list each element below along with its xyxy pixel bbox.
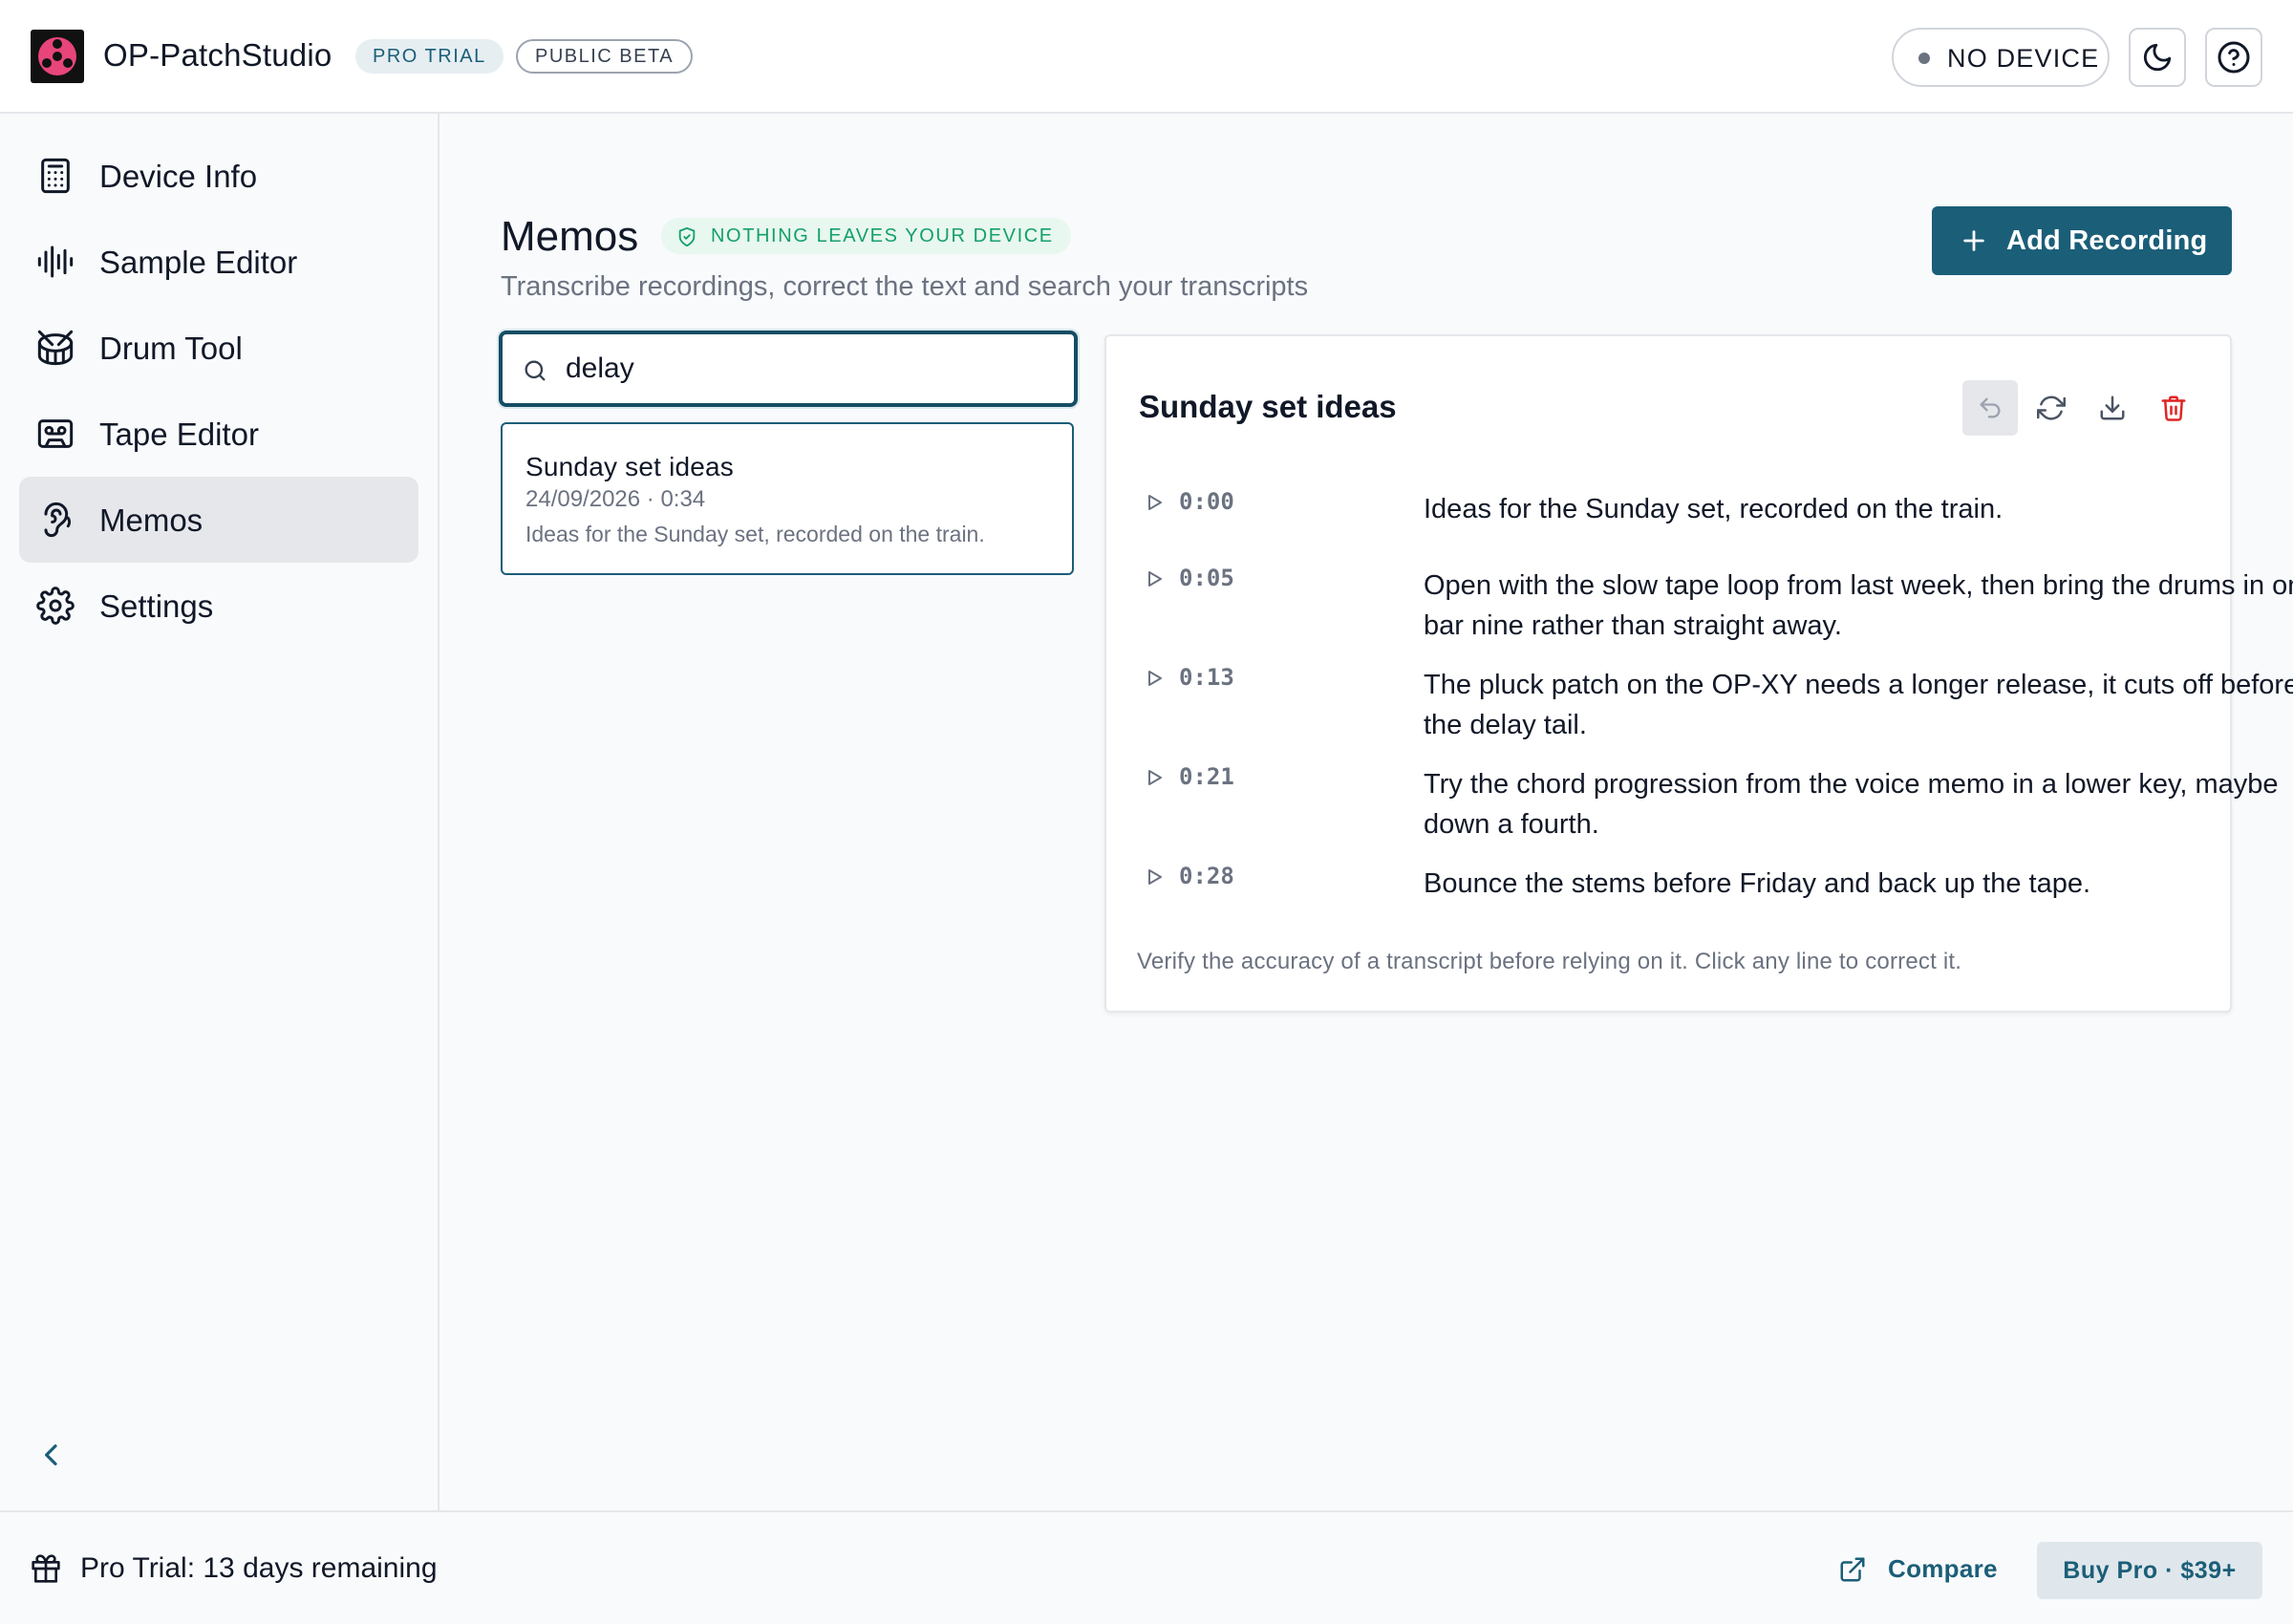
privacy-badge: NOTHING LEAVES YOUR DEVICE <box>661 218 1071 254</box>
chevron-left-icon[interactable] <box>36 1440 67 1470</box>
search-input[interactable] <box>566 348 1043 390</box>
pro-trial-badge: PRO TRIAL <box>355 39 504 74</box>
download-button[interactable] <box>2085 380 2140 436</box>
sidebar-item-settings[interactable]: Settings <box>19 563 418 649</box>
sidebar-item-device-info[interactable]: Device Info <box>19 133 418 219</box>
device-status-label: NO DEVICE <box>1947 44 2100 73</box>
buy-pro-button[interactable]: Buy Pro · $39+ <box>2037 1542 2262 1599</box>
sidebar-item-sample-editor[interactable]: Sample Editor <box>19 219 418 305</box>
segment-text[interactable]: Open with the slow tape loop from last w… <box>1424 566 2293 646</box>
segment-text[interactable]: Bounce the stems before Friday and back … <box>1424 864 2293 904</box>
moon-icon <box>2143 43 2172 72</box>
trial-footer: Pro Trial: 13 days remaining Compare Buy… <box>0 1510 2293 1624</box>
public-beta-badge: PUBLIC BETA <box>516 39 694 74</box>
refresh-icon <box>2037 395 2066 420</box>
trial-remaining-text: Pro Trial: 13 days remaining <box>80 1552 438 1584</box>
sidebar: Device Info Sample Editor Drum Tool Tape… <box>0 114 439 1510</box>
add-recording-button[interactable]: Add Recording <box>1932 206 2232 275</box>
search-icon <box>525 360 546 381</box>
app-logo[interactable] <box>31 30 84 83</box>
add-recording-label: Add Recording <box>2006 225 2208 256</box>
waveform-icon <box>37 246 74 278</box>
calculator-icon <box>41 158 70 194</box>
shield-check-icon <box>678 226 696 247</box>
memo-title: Sunday set ideas <box>525 452 735 481</box>
theme-toggle-button[interactable] <box>2129 28 2186 87</box>
segment-text[interactable]: Try the chord progression from the voice… <box>1424 764 2293 844</box>
cassette-icon <box>37 419 74 448</box>
gear-icon <box>36 587 75 625</box>
sidebar-item-label: Device Info <box>99 159 258 194</box>
delete-button[interactable] <box>2146 380 2201 436</box>
sidebar-item-memos[interactable]: Memos <box>19 477 418 563</box>
segment-timestamp: 0:21 <box>1179 763 1234 790</box>
help-circle-icon <box>2218 41 2250 74</box>
compare-label: Compare <box>1888 1554 1998 1583</box>
app-header: OP-PatchStudio PRO TRIAL PUBLIC BETA NO … <box>0 0 2293 114</box>
sidebar-item-tape-editor[interactable]: Tape Editor <box>19 391 418 477</box>
undo-button[interactable] <box>1962 380 2018 436</box>
page-subtitle: Transcribe recordings, correct the text … <box>501 271 1309 302</box>
transcript-panel: Sunday set ideas 0:00 Ideas for the Sund… <box>1104 334 2293 1013</box>
page-title: Memos <box>501 213 639 260</box>
play-icon[interactable] <box>1143 766 1166 789</box>
segment-timestamp: 0:13 <box>1179 664 1234 691</box>
play-icon[interactable] <box>1143 865 1166 888</box>
sidebar-item-label: Tape Editor <box>99 417 259 452</box>
sidebar-item-label: Drum Tool <box>99 331 243 366</box>
sidebar-item-label: Memos <box>99 502 204 538</box>
retranscribe-button[interactable] <box>2024 380 2079 436</box>
plus-icon <box>1963 230 1984 251</box>
play-icon[interactable] <box>1143 567 1166 590</box>
play-icon[interactable] <box>1143 667 1166 690</box>
undo-icon <box>1980 397 2001 418</box>
memo-preview: Ideas for the Sunday set, recorded on th… <box>525 522 985 546</box>
privacy-badge-label: NOTHING LEAVES YOUR DEVICE <box>711 225 1054 246</box>
download-icon <box>2100 395 2125 420</box>
play-icon[interactable] <box>1143 491 1166 514</box>
device-status-button[interactable]: NO DEVICE <box>1892 28 2110 87</box>
memo-list-item[interactable]: Sunday set ideas 24/09/2026 · 0:34 Ideas… <box>501 422 1074 575</box>
app-name: OP-PatchStudio <box>103 37 332 73</box>
segment-timestamp: 0:00 <box>1179 488 1234 515</box>
sidebar-item-label: Settings <box>99 588 214 624</box>
drum-icon <box>37 330 74 366</box>
segment-text[interactable]: Ideas for the Sunday set, recorded on th… <box>1424 489 2293 529</box>
transcript-disclaimer: Verify the accuracy of a transcript befo… <box>1137 949 1962 974</box>
memo-meta: 24/09/2026 · 0:34 <box>525 486 706 512</box>
search-field[interactable] <box>499 331 1078 407</box>
transcript-title: Sunday set ideas <box>1139 389 1397 424</box>
external-link-icon <box>1840 1557 1865 1582</box>
segment-timestamp: 0:28 <box>1179 863 1234 889</box>
trash-icon <box>2161 395 2186 421</box>
segment-text[interactable]: The pluck patch on the OP-XY needs a lon… <box>1424 665 2293 745</box>
help-button[interactable] <box>2205 28 2262 87</box>
segment-timestamp: 0:05 <box>1179 565 1234 591</box>
sidebar-item-drum-tool[interactable]: Drum Tool <box>19 305 418 391</box>
gift-icon <box>32 1554 60 1583</box>
sidebar-item-label: Sample Editor <box>99 245 298 280</box>
device-status-dot <box>1918 53 1930 64</box>
ear-icon <box>44 502 72 538</box>
